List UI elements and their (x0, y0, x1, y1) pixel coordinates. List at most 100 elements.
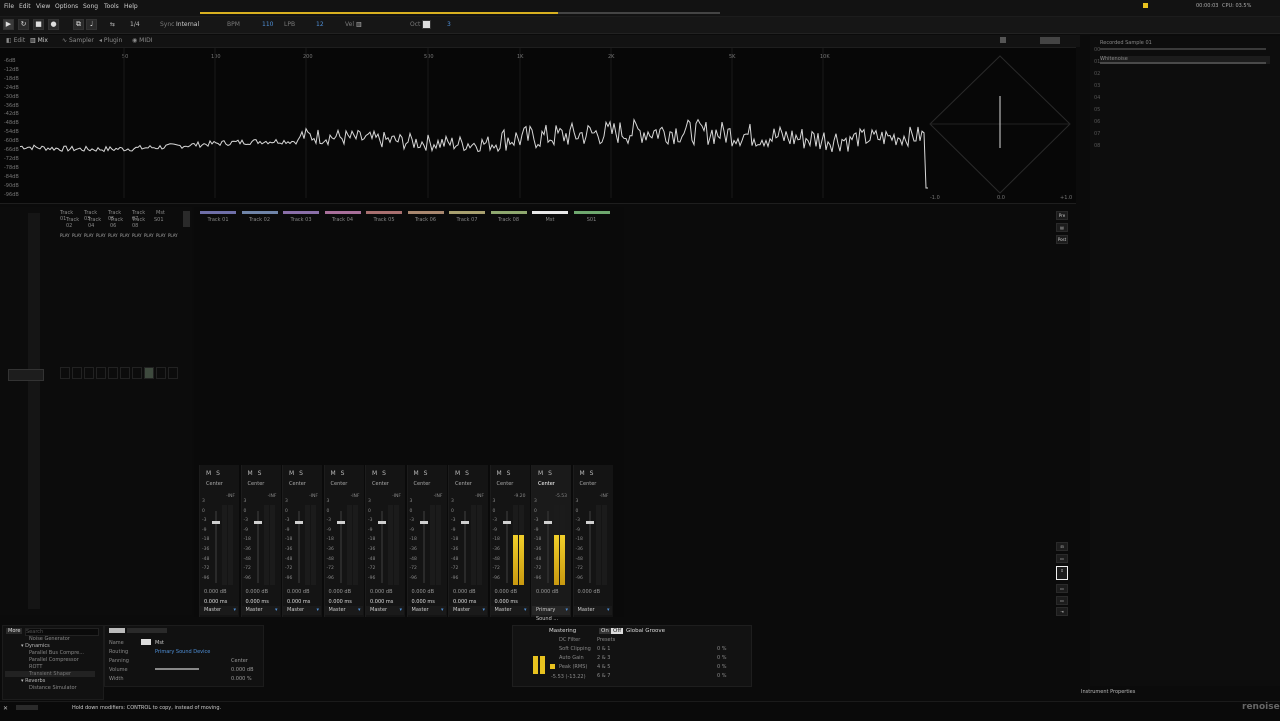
pattern-slot[interactable] (96, 367, 106, 379)
play-button[interactable]: ▶ (3, 19, 14, 30)
pan-value[interactable]: Center (538, 481, 555, 487)
peak-label[interactable]: Peak (RMS) (559, 664, 587, 670)
soft-clipping-label[interactable]: Soft Clipping (559, 646, 591, 652)
track-color-bar[interactable] (283, 211, 319, 214)
volume-fader[interactable] (295, 511, 303, 583)
mute-solo-buttons[interactable]: MS (455, 470, 474, 477)
output-routing-select[interactable]: Primary Sound ... ▾ (532, 606, 570, 622)
device-group[interactable]: ▾ Reverbs (21, 678, 45, 684)
pattern-slot[interactable] (60, 367, 70, 379)
output-routing-select[interactable]: Master ▾ (366, 606, 404, 615)
track-tab-active[interactable] (109, 628, 125, 633)
mixer-fader-mode-icon[interactable]: ⇕ (1056, 566, 1068, 580)
preset-item[interactable]: 0 & 1 (597, 646, 610, 652)
pan-value[interactable]: Center (497, 481, 514, 487)
groove-percent[interactable]: 0 % (717, 655, 727, 661)
track-tab-inactive[interactable] (127, 628, 167, 633)
peak-checkbox[interactable] (550, 664, 555, 669)
mute-solo-buttons[interactable]: MS (372, 470, 391, 477)
mixer-tool-icon-5[interactable]: ⇥ (1056, 607, 1068, 616)
fader-knob[interactable] (419, 521, 428, 524)
device-item[interactable]: ROTT (29, 664, 42, 670)
fader-knob[interactable] (461, 521, 469, 524)
fader-knob[interactable] (336, 521, 345, 524)
dc-filter-label[interactable]: DC Filter (559, 637, 580, 643)
device-group[interactable]: ▾ Dynamics (21, 643, 50, 649)
volume-fader[interactable] (419, 511, 428, 583)
groove-percent[interactable]: 0 % (717, 673, 727, 679)
tab-midi[interactable]: ◉ MIDI (132, 37, 153, 44)
mute-solo-buttons[interactable]: MS (289, 470, 308, 477)
pan-value[interactable]: Center (289, 481, 306, 487)
groove-percent[interactable]: 0 % (717, 646, 727, 652)
delay-ms-value[interactable]: 0.000 ms (453, 599, 476, 605)
device-item[interactable]: Noise Generator (29, 636, 70, 642)
menu-song[interactable]: Song (83, 3, 98, 10)
mixer-tool-icon-2[interactable]: ▭ (1056, 554, 1068, 563)
volume-db-value[interactable]: 0.000 dB (329, 589, 352, 595)
menu-tools[interactable]: Tools (104, 3, 119, 10)
status-toggle[interactable] (16, 705, 38, 710)
keyboard-icon[interactable] (422, 20, 431, 29)
sync-value[interactable]: Internal (176, 21, 199, 28)
instrument-properties-label[interactable]: Instrument Properties (1081, 689, 1135, 695)
scope-mode-button[interactable] (1040, 37, 1060, 44)
pan-value[interactable]: Center (414, 481, 431, 487)
auto-gain-label[interactable]: Auto Gain (559, 655, 584, 661)
play-button[interactable]: PLAY (168, 233, 178, 238)
routing-value[interactable]: Primary Sound Device (155, 649, 210, 655)
off-button[interactable]: Off (611, 628, 624, 634)
track-color-bar[interactable] (324, 211, 361, 214)
pattern-arrows-icon[interactable]: ⇆ (110, 21, 115, 28)
pan-value[interactable]: Center (372, 481, 389, 487)
track-color-bar[interactable] (490, 211, 527, 214)
delay-ms-value[interactable]: 0.000 ms (329, 599, 352, 605)
mixer-tool-icon-3[interactable]: ▭ (1056, 584, 1068, 593)
fader-knob[interactable] (544, 521, 552, 524)
volume-db-value[interactable]: 0.000 dB (536, 589, 559, 595)
mixer-track-name[interactable]: Mst (530, 217, 570, 223)
tab-edit[interactable]: ◧ Edit (6, 37, 25, 44)
volume-fader[interactable] (461, 511, 469, 583)
delay-ms-value[interactable]: 0.000 ms (412, 599, 435, 605)
pre-button[interactable]: Pre (1056, 211, 1068, 220)
mixer-track-name[interactable]: Track 03 (281, 217, 321, 223)
volume-fader[interactable] (585, 511, 594, 583)
oct-value[interactable]: 3 (447, 21, 451, 28)
metronome-button[interactable]: ♩ (86, 19, 97, 30)
mute-solo-buttons[interactable]: MS (414, 470, 433, 477)
output-routing-select[interactable]: Master ▾ (573, 606, 612, 615)
tab-sampler[interactable]: ∿ Sampler (62, 37, 94, 44)
menu-view[interactable]: View (36, 3, 50, 10)
output-routing-select[interactable]: Master ▾ (200, 606, 238, 615)
fader-knob[interactable] (253, 521, 262, 524)
output-routing-select[interactable]: Master ▾ (324, 606, 363, 615)
mixer-tool-icon-1[interactable]: ⊟ (1056, 542, 1068, 551)
play-button[interactable]: PLAY (72, 233, 82, 238)
width-value[interactable]: 0.000 % (231, 676, 252, 682)
pan-value[interactable]: Center (206, 481, 223, 487)
bpm-value[interactable]: 110 (262, 21, 273, 28)
mute-solo-buttons[interactable]: MS (497, 470, 516, 477)
volume-slider[interactable] (155, 668, 199, 670)
more-button[interactable]: More (6, 628, 23, 634)
mixer-track-name[interactable]: Track 06 (406, 217, 446, 223)
delay-ms-value[interactable]: 0.000 ms (246, 599, 269, 605)
device-item[interactable]: Parallel Compressor (29, 657, 79, 663)
volume-db-value[interactable]: 0.000 dB (287, 589, 310, 595)
collapse-icon[interactable]: ✕ (3, 705, 8, 712)
play-button[interactable]: PLAY (60, 233, 70, 238)
loop-button[interactable]: ↻ (18, 19, 29, 30)
fader-knob[interactable] (585, 521, 594, 524)
pattern-slot[interactable] (84, 367, 94, 379)
mute-solo-buttons[interactable]: MS (538, 470, 557, 477)
edit-mode-button[interactable]: ⧉ (73, 19, 84, 30)
track-color-swatch[interactable] (141, 639, 151, 645)
output-routing-select[interactable]: Master ▾ (241, 606, 280, 615)
pan-value[interactable]: Center (248, 481, 265, 487)
delay-ms-value[interactable]: 0.000 ms (495, 599, 518, 605)
menu-edit[interactable]: Edit (19, 3, 31, 10)
play-button[interactable]: PLAY (108, 233, 118, 238)
output-routing-select[interactable]: Master ▾ (490, 606, 529, 615)
output-routing-select[interactable]: Master ▾ (407, 606, 446, 615)
